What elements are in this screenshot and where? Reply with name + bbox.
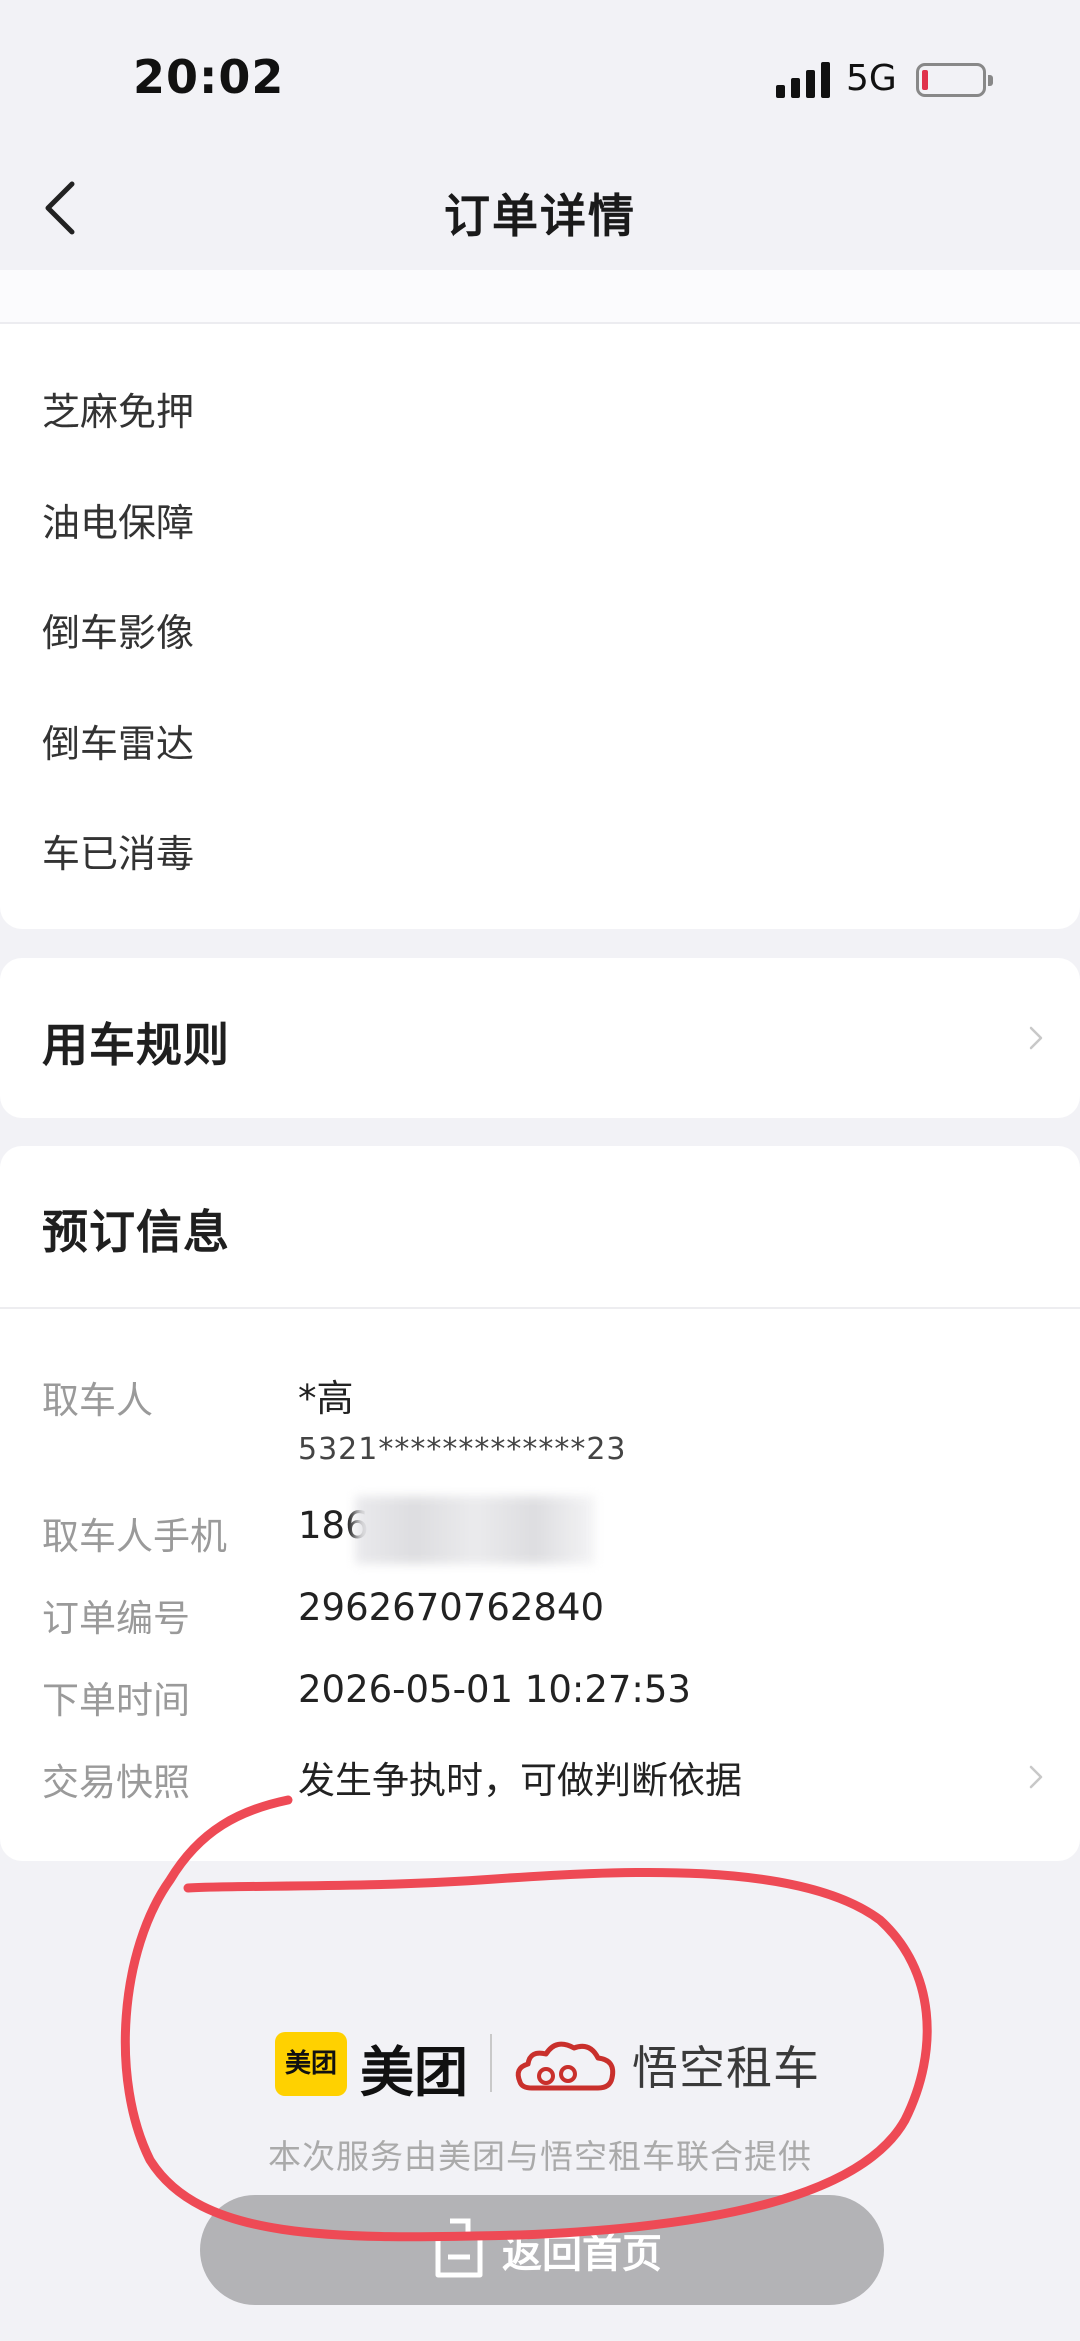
- partner-logos: 美团 美团 悟空租车: [270, 2028, 830, 2104]
- battery-icon: [916, 63, 993, 97]
- car-features-card: 芝麻免押 油电保障 倒车影像 倒车雷达 车已消毒: [0, 324, 1080, 929]
- nav-bar: 订单详情: [0, 150, 1080, 270]
- booking-info-title: 预订信息: [42, 1205, 230, 1259]
- status-time: 20:02: [133, 50, 285, 104]
- feature-item: 车已消毒: [42, 832, 195, 876]
- order-time-label: 下单时间: [42, 1679, 190, 1722]
- pickup-person-label: 取车人: [42, 1379, 153, 1422]
- service-note: 本次服务由美团与悟空租车联合提供: [268, 2137, 812, 2176]
- chevron-right-icon: [1029, 1026, 1043, 1050]
- trade-snapshot-value[interactable]: 发生争执时，可做判断依据: [298, 1750, 742, 1804]
- redacted-phone-digits: [355, 1496, 595, 1564]
- signal-icon: [776, 62, 832, 98]
- pickup-person-id: 5321*************23: [298, 1432, 627, 1467]
- status-bar: 20:02 5G: [0, 0, 1080, 150]
- feature-item: 油电保障: [42, 501, 195, 545]
- pickup-phone-label: 取车人手机: [42, 1515, 227, 1558]
- wukong-cloud-icon: [515, 2041, 616, 2091]
- usage-rules-title: 用车规则: [42, 1018, 230, 1072]
- network-type: 5G: [846, 58, 897, 99]
- feature-item: 倒车雷达: [42, 722, 195, 766]
- home-icon: [435, 2218, 483, 2278]
- usage-rules-card[interactable]: 用车规则: [0, 958, 1080, 1118]
- divider: [0, 1307, 1080, 1309]
- wukong-name: 悟空租车: [632, 2041, 820, 2095]
- previous-card-edge: [0, 270, 1080, 324]
- pickup-person-value: *高: [298, 1377, 354, 1420]
- order-number-value: 2962670762840: [298, 1586, 605, 1629]
- meituan-logo: 美团: [275, 2032, 347, 2096]
- trade-snapshot-label: 交易快照: [42, 1761, 190, 1804]
- order-number-label: 订单编号: [42, 1597, 190, 1640]
- feature-item: 芝麻免押: [42, 390, 195, 434]
- order-time-value: 2026-05-01 10:27:53: [298, 1668, 691, 1711]
- meituan-name: 美团: [360, 2041, 468, 2104]
- chevron-right-icon[interactable]: [1022, 1763, 1050, 1791]
- logo-separator: [490, 2034, 492, 2092]
- return-home-label: 返回首页: [502, 2231, 662, 2277]
- feature-item: 倒车影像: [42, 611, 195, 655]
- page-title: 订单详情: [444, 189, 636, 243]
- return-home-button[interactable]: 返回首页: [200, 2195, 884, 2305]
